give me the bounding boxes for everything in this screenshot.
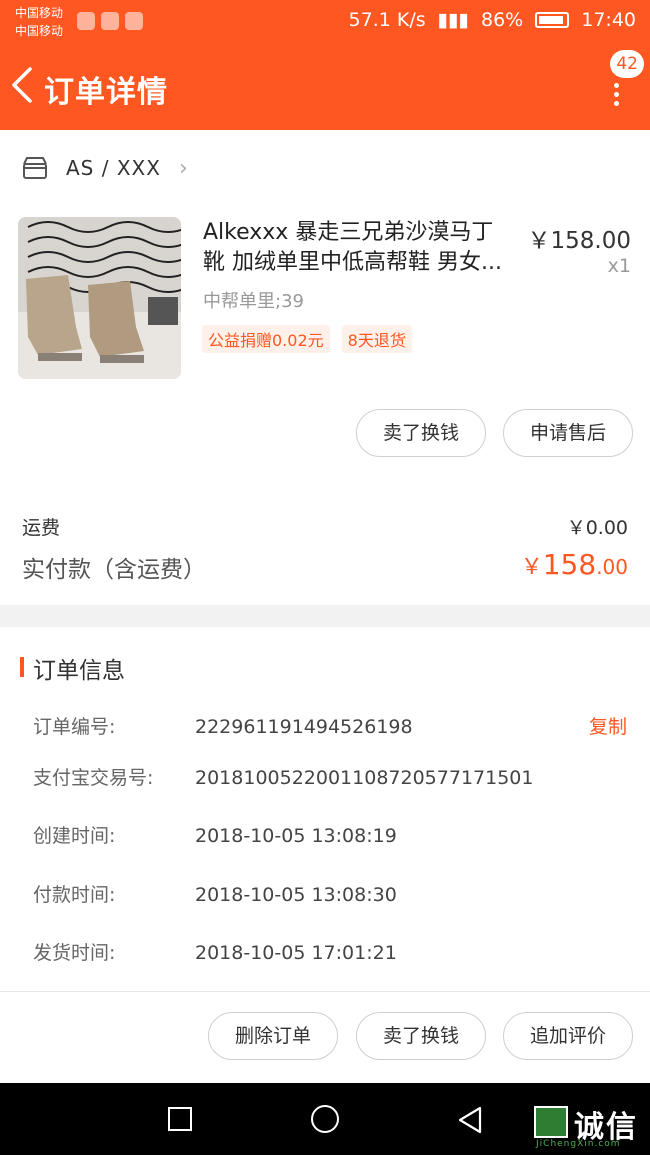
- paid-decimal: .00: [596, 555, 628, 579]
- back-arrow-icon[interactable]: [8, 63, 38, 107]
- info-value: 2018-10-05 13:08:19: [195, 825, 397, 847]
- sell-button-footer[interactable]: 卖了换钱: [356, 1012, 486, 1060]
- store-icon: [23, 157, 47, 179]
- info-value: 2018100522001108720577171501: [195, 767, 534, 789]
- order-item-card: AS / XXX › Alkexxx 暴走三兄弟沙漠马丁靴 加绒单里中低高帮鞋 …: [0, 130, 650, 605]
- after-sale-button[interactable]: 申请售后: [503, 409, 633, 457]
- paid-time-row: 付款时间: 2018-10-05 13:08:30: [33, 880, 397, 907]
- boots-image: [18, 217, 181, 379]
- carrier-info: 中国移动 中国移动: [15, 4, 63, 40]
- sell-button[interactable]: 卖了换钱: [356, 409, 486, 457]
- order-info-card: 订单信息 订单编号: 222961191494526198 复制 支付宝交易号: 2…: [0, 627, 650, 1083]
- store-link[interactable]: AS / XXX ›: [22, 152, 188, 184]
- add-review-button[interactable]: 追加评价: [503, 1012, 633, 1060]
- clock: 17:40: [581, 9, 636, 31]
- more-dots-icon: [606, 83, 626, 106]
- info-label: 支付宝交易号:: [33, 767, 154, 789]
- system-nav-bar: 诚信 JiChengXin.com: [0, 1083, 650, 1155]
- info-value: 222961191494526198: [195, 716, 413, 738]
- alipay-trade-number-row: 支付宝交易号: 2018100522001108720577171501: [33, 763, 533, 790]
- watermark-url: JiChengXin.com: [536, 1139, 621, 1149]
- carrier-1: 中国移动: [15, 6, 64, 20]
- product-title[interactable]: Alkexxx 暴走三兄弟沙漠马丁靴 加绒单里中低高帮鞋 男女...: [203, 218, 515, 278]
- page-title: 订单详情: [44, 75, 168, 110]
- delete-order-button[interactable]: 删除订单: [208, 1012, 338, 1060]
- return-policy-tag: 8天退货: [341, 325, 412, 353]
- info-label: 付款时间:: [33, 884, 116, 906]
- home-icon[interactable]: [311, 1105, 339, 1133]
- more-menu-button[interactable]: [606, 75, 626, 106]
- section-accent-bar: [20, 657, 24, 677]
- info-value: 2018-10-05 13:08:30: [195, 884, 397, 906]
- charity-tag: 公益捐赠0.02元: [202, 325, 330, 353]
- info-label: 发货时间:: [33, 942, 116, 964]
- notification-icons: [77, 12, 143, 30]
- order-number-row: 订单编号: 222961191494526198: [33, 712, 413, 739]
- copy-order-number-button[interactable]: 复制: [589, 712, 627, 739]
- back-triangle-icon[interactable]: [456, 1105, 484, 1135]
- freight-value: ￥0.00: [566, 517, 628, 539]
- product-image[interactable]: [18, 217, 181, 379]
- paid-integer: 158: [542, 548, 597, 581]
- paid-amount-label: 实付款（含运费）: [22, 557, 206, 583]
- shield-icon: [77, 12, 95, 30]
- network-speed: 57.1 K/s: [348, 9, 426, 31]
- recent-apps-icon[interactable]: [168, 1107, 192, 1131]
- chat-icon: [101, 12, 119, 30]
- message-count-badge[interactable]: 42: [610, 50, 644, 78]
- signal-icon: ▮▮▮: [437, 9, 469, 31]
- product-price: ￥158.00: [527, 228, 631, 254]
- info-label: 订单编号:: [33, 716, 116, 738]
- nav-bar: 订单详情 42: [0, 45, 650, 130]
- paid-amount: ￥158.00: [521, 548, 628, 581]
- taobao-icon: [125, 12, 143, 30]
- service-tags: 公益捐赠0.02元 8天退货: [202, 325, 412, 353]
- status-bar: 中国移动 中国移动 57.1 K/s ▮▮▮ 86% 17:40: [0, 0, 650, 45]
- battery-icon: [535, 12, 570, 28]
- battery-percent: 86%: [481, 9, 524, 31]
- info-value: 2018-10-05 17:01:21: [195, 942, 397, 964]
- store-name: AS / XXX: [66, 156, 161, 180]
- created-time-row: 创建时间: 2018-10-05 13:08:19: [33, 821, 397, 848]
- paid-currency: ￥: [520, 555, 543, 580]
- divider: [0, 991, 650, 992]
- carrier-2: 中国移动: [15, 24, 64, 38]
- watermark-logo-icon: [534, 1106, 568, 1138]
- watermark: 诚信 JiChengXin.com: [532, 1098, 650, 1150]
- product-quantity: x1: [607, 255, 631, 277]
- shipped-time-row: 发货时间: 2018-10-05 17:01:21: [33, 938, 397, 965]
- freight-label: 运费: [22, 517, 61, 539]
- info-label: 创建时间:: [33, 825, 116, 847]
- status-right: 57.1 K/s ▮▮▮ 86% 17:40: [349, 9, 636, 31]
- product-spec: 中帮单里;39: [203, 291, 304, 312]
- chevron-right-icon: ›: [178, 155, 188, 181]
- order-info-title: 订单信息: [33, 658, 125, 684]
